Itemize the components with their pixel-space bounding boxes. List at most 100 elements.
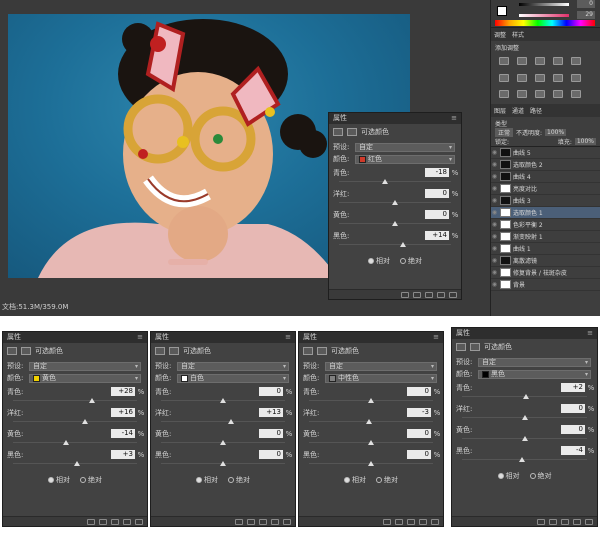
slider-track[interactable] [13, 419, 137, 425]
hue-icon[interactable] [499, 73, 509, 82]
color-select[interactable]: 黑色 ▾ [478, 369, 591, 379]
fill-value[interactable]: 100% [574, 138, 596, 145]
foreground-swatch[interactable] [497, 6, 507, 16]
eye-icon[interactable]: ◉ [491, 173, 498, 180]
layer-row[interactable]: ◉ 背景 [491, 279, 600, 291]
slider-track[interactable] [13, 440, 137, 446]
layer-row[interactable]: ◉ 渐变映射 1 [491, 231, 600, 243]
layer-row[interactable]: ◉ 曲线 1 [491, 243, 600, 255]
slider-thumb[interactable] [399, 242, 406, 247]
slider-value-input[interactable]: 0 [407, 387, 431, 396]
reset-icon[interactable] [259, 518, 267, 525]
eye-icon[interactable]: ◉ [491, 245, 498, 252]
relative-radio[interactable]: 相对 [48, 475, 70, 485]
slider-track[interactable] [462, 457, 587, 463]
slider-track[interactable] [309, 461, 433, 467]
layer-mask-icon[interactable] [470, 343, 480, 351]
color-ramp[interactable] [495, 20, 595, 26]
slider-thumb[interactable] [519, 457, 525, 462]
absolute-radio[interactable]: 绝对 [529, 471, 552, 481]
tab-paths[interactable]: 路径 [530, 106, 542, 115]
slider-track[interactable] [161, 419, 285, 425]
slider-value-input[interactable]: -3 [407, 408, 431, 417]
reset-icon[interactable] [561, 518, 569, 525]
slider-thumb[interactable] [220, 461, 226, 466]
curves-icon[interactable] [535, 57, 545, 65]
view-previous-icon[interactable] [99, 518, 107, 525]
preset-select[interactable]: 自定 ▾ [177, 361, 289, 371]
color-select[interactable]: 中性色 ▾ [325, 373, 437, 383]
slider-value-input[interactable]: +28 [111, 387, 135, 396]
slider-track[interactable] [13, 398, 137, 404]
tab-adjust[interactable]: 调整 [494, 30, 506, 39]
slider-thumb[interactable] [220, 398, 226, 403]
layer-row[interactable]: ◉ 色彩平衡 2 [491, 219, 600, 231]
slider-thumb[interactable] [63, 440, 70, 445]
clip-icon[interactable] [87, 518, 95, 525]
slider-value-input[interactable]: 0 [425, 189, 449, 198]
trash-icon[interactable] [135, 518, 143, 525]
slider-thumb[interactable] [521, 415, 528, 420]
tab-channels[interactable]: 通道 [512, 106, 524, 115]
opacity-value[interactable]: 100% [545, 128, 567, 136]
layer-row[interactable]: ◉ 选取颜色 1 [491, 207, 600, 219]
clip-icon[interactable] [401, 291, 409, 298]
color-select[interactable]: 红色 ▾ [355, 154, 455, 164]
brightness-icon[interactable] [499, 57, 509, 65]
reset-icon[interactable] [111, 518, 119, 525]
slider-thumb[interactable] [73, 461, 80, 466]
trash-icon[interactable] [431, 518, 439, 525]
panel-menu-icon[interactable]: ≡ [587, 328, 593, 339]
reset-icon[interactable] [425, 291, 433, 298]
relative-radio[interactable]: 相对 [497, 471, 520, 481]
mixer-icon[interactable] [571, 73, 581, 82]
tab-layers[interactable]: 图层 [494, 106, 506, 115]
slider-thumb[interactable] [368, 461, 374, 466]
layer-row[interactable]: ◉ 离散滤镜 [491, 255, 600, 267]
tab-styles[interactable]: 样式 [512, 30, 524, 39]
levels-icon[interactable] [517, 57, 527, 65]
view-previous-icon[interactable] [395, 518, 403, 525]
layer-mask-icon[interactable] [317, 347, 327, 355]
photo-filter-icon[interactable] [553, 73, 563, 82]
color-slider-2[interactable] [519, 14, 569, 17]
eye-icon[interactable]: ◉ [491, 209, 498, 216]
slider-thumb[interactable] [368, 398, 374, 403]
color-slider-1[interactable] [519, 3, 569, 6]
view-previous-icon[interactable] [413, 291, 421, 298]
absolute-radio[interactable]: 绝对 [376, 475, 398, 485]
trash-icon[interactable] [449, 291, 457, 298]
slider-value-input[interactable]: 0 [259, 387, 283, 396]
trash-icon[interactable] [585, 518, 593, 525]
layer-row[interactable]: ◉ 亮度对比 [491, 183, 600, 195]
slider-thumb[interactable] [220, 440, 226, 445]
slider-value-input[interactable]: +2 [561, 383, 585, 392]
slider-thumb[interactable] [81, 419, 88, 424]
slider-thumb[interactable] [392, 221, 398, 226]
slider-track[interactable] [462, 436, 587, 442]
adjustment-mask-icon[interactable] [333, 128, 343, 136]
eye-icon[interactable]: ◉ [491, 149, 498, 156]
vibrance-icon[interactable] [571, 57, 581, 65]
panel-menu-icon[interactable]: ≡ [451, 113, 457, 124]
visibility-icon[interactable] [437, 291, 445, 298]
relative-radio[interactable]: 相对 [344, 475, 366, 485]
slider-thumb[interactable] [89, 398, 96, 403]
relative-radio[interactable]: 相对 [196, 475, 218, 485]
layer-mask-icon[interactable] [169, 347, 179, 355]
slider-track[interactable] [339, 200, 451, 206]
slider-value-input[interactable]: 0 [407, 429, 431, 438]
eye-icon[interactable]: ◉ [491, 257, 498, 264]
eye-icon[interactable]: ◉ [491, 269, 498, 276]
slider-value-input[interactable]: 0 [259, 450, 283, 459]
eye-icon[interactable]: ◉ [491, 185, 498, 192]
invert-icon[interactable] [499, 90, 509, 99]
slider-track[interactable] [309, 419, 433, 425]
layer-mask-icon[interactable] [347, 128, 357, 136]
slider-track[interactable] [339, 221, 451, 227]
preset-select[interactable]: 自定 ▾ [29, 361, 141, 371]
eye-icon[interactable]: ◉ [491, 161, 498, 168]
preset-select[interactable]: 自定 ▾ [355, 142, 455, 152]
visibility-icon[interactable] [419, 518, 427, 525]
slider-track[interactable] [161, 398, 285, 404]
